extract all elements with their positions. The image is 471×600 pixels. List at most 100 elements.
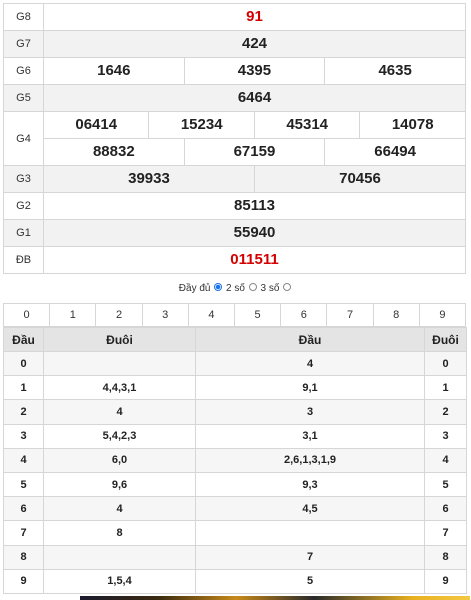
- digit-button[interactable]: 9: [420, 304, 465, 326]
- loto-cell-dau: 0: [3, 350, 44, 377]
- loto-cell-dau2: 3,1: [195, 423, 425, 449]
- loto-cell-dau: 2: [3, 399, 44, 425]
- loto-row: 5 9,6 9,3 5: [3, 471, 467, 498]
- prize-number: 70456: [339, 170, 381, 187]
- prize-number: 6464: [237, 89, 272, 106]
- loto-cell-dau2: 5: [195, 568, 425, 594]
- loto-cell-duoi: 5,4,2,3: [43, 423, 196, 449]
- loto-cell-dau2: 9,3: [195, 471, 425, 498]
- loto-cell-duoi2: 8: [424, 544, 467, 570]
- header-duoi-2: Đuôi: [424, 327, 467, 352]
- loto-row: 4 6,0 2,6,1,3,1,9 4: [3, 447, 467, 473]
- radio-two[interactable]: [248, 283, 257, 292]
- header-duoi: Đuôi: [43, 327, 196, 352]
- loto-cell-duoi: 6,0: [43, 447, 196, 473]
- digit-button[interactable]: 7: [327, 304, 374, 326]
- loto-header-row: Đầu Đuôi Đầu Đuôi: [3, 327, 467, 352]
- loto-cell-duoi: [43, 544, 196, 570]
- loto-row: 878: [3, 544, 467, 570]
- prize-number: 1646: [97, 62, 131, 79]
- loto-cell-dau: 6: [3, 496, 44, 522]
- loto-cell-dau: 3: [3, 423, 44, 449]
- digit-button[interactable]: 5: [235, 304, 282, 326]
- loto-cell-duoi2: 9: [424, 568, 467, 594]
- loto-cell-duoi: 4: [43, 496, 196, 522]
- loto-cell-duoi2: 0: [424, 350, 467, 377]
- loto-cell-duoi: [43, 350, 196, 377]
- prize-number: 15234: [180, 116, 223, 133]
- loto-cell-dau2: 3: [195, 399, 425, 425]
- prize-row-g7: G7 424: [3, 30, 466, 58]
- header-dau: Đầu: [3, 327, 44, 352]
- prize-row-g6: G6 1646 4395 4635: [3, 57, 466, 85]
- loto-cell-dau: 7: [3, 520, 44, 546]
- prize-label: G2: [3, 192, 44, 220]
- prize-label: ĐB: [3, 246, 44, 274]
- loto-cell-duoi2: 6: [424, 496, 467, 522]
- prize-number: 91: [246, 8, 263, 25]
- loto-cell-dau: 1: [3, 375, 44, 401]
- loto-cell-duoi2: 3: [424, 423, 467, 449]
- loto-cell-dau2: 2,6,1,3,1,9: [195, 447, 425, 473]
- prize-row-g4: G4 06414 15234 45314 14078: [3, 111, 466, 166]
- prize-number: 45314: [286, 116, 329, 133]
- option-two-label: 2 số: [226, 283, 245, 294]
- digit-button[interactable]: 1: [50, 304, 97, 326]
- loto-cell-duoi: 8: [43, 520, 196, 546]
- loto-row: 787: [3, 520, 467, 546]
- loto-cell-duoi2: 7: [424, 520, 467, 546]
- prize-number: 66494: [374, 143, 416, 160]
- prize-row-g4-b: 88832 67159 66494: [4, 138, 466, 166]
- loto-cell-duoi2: 2: [424, 399, 467, 425]
- prize-row-g2: G2 85113: [3, 192, 466, 220]
- loto-cell-dau2: 7: [195, 544, 425, 570]
- digit-button[interactable]: 8: [374, 304, 420, 326]
- prize-number: 4635: [378, 62, 412, 79]
- radio-three[interactable]: [283, 283, 292, 292]
- digit-button[interactable]: 6: [281, 304, 328, 326]
- ad-banner[interactable]: [80, 596, 470, 600]
- prize-number: 424: [241, 35, 268, 52]
- loto-cell-dau: 8: [3, 544, 44, 570]
- digit-button[interactable]: 0: [4, 304, 51, 326]
- loto-row: 6 4 4,5 6: [3, 496, 467, 522]
- prize-row-g1: G1 55940: [3, 219, 466, 247]
- prize-row-g8: G8 91: [3, 3, 466, 31]
- prize-label: G1: [3, 219, 44, 247]
- option-full-label: Đầy đủ: [178, 283, 211, 294]
- prize-label: G7: [3, 30, 44, 58]
- loto-row: 9 1,5,4 5 9: [3, 568, 467, 594]
- loto-cell-duoi2: 5: [424, 471, 467, 498]
- loto-cell-dau2: 9,1: [195, 375, 425, 401]
- prize-label: G6: [3, 57, 44, 85]
- loto-cell-duoi: 4,4,3,1: [43, 375, 196, 401]
- prize-number: 67159: [233, 143, 276, 160]
- radio-full[interactable]: [214, 283, 223, 292]
- prize-label: G3: [3, 165, 44, 193]
- loto-cell-duoi: 4: [43, 399, 196, 425]
- loto-table: Đầu Đuôi Đầu Đuôi 0 4 0 1 4,4,3,1 9,1 1 2 4 3 2 3 5,…: [3, 327, 467, 594]
- prize-label: G4: [3, 111, 44, 166]
- special-prize-number: 011511: [230, 251, 279, 268]
- prize-label: G8: [3, 3, 44, 31]
- digit-button[interactable]: 4: [189, 304, 236, 326]
- loto-row: 040: [3, 350, 467, 377]
- loto-cell-duoi2: 1: [424, 375, 467, 401]
- loto-cell-dau2: 4: [195, 350, 425, 377]
- loto-cell-duoi: 9,6: [43, 471, 196, 498]
- option-three-label: 3 số: [260, 283, 280, 294]
- prize-number: 14078: [391, 116, 434, 133]
- prize-row-db: ĐB 011511: [3, 246, 466, 274]
- digit-button[interactable]: 3: [143, 304, 189, 326]
- loto-row: 3 5,4,2,3 3,1 3: [3, 423, 467, 449]
- header-dau-2: Đầu: [195, 327, 425, 352]
- prize-number: 39933: [128, 170, 170, 187]
- loto-cell-dau: 5: [3, 471, 44, 498]
- prize-number: 55940: [233, 224, 276, 241]
- loto-cell-dau2: [195, 520, 425, 546]
- prize-number: 06414: [75, 116, 118, 133]
- prize-number: 85113: [234, 197, 275, 214]
- loto-cell-duoi: 1,5,4: [43, 568, 196, 594]
- digit-button[interactable]: 2: [96, 304, 143, 326]
- digit-filter-bar: 0 1 2 3 4 5 6 7 8 9: [3, 303, 466, 327]
